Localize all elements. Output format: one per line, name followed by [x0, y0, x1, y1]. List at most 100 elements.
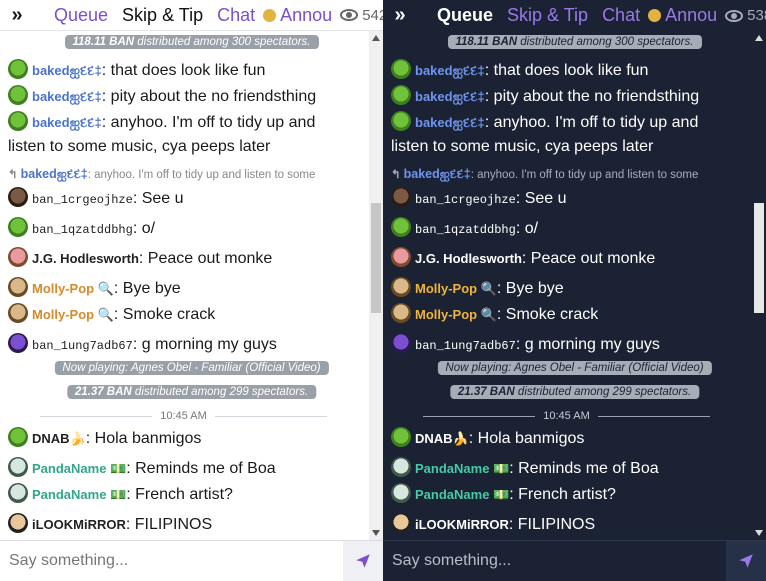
username[interactable]: PandaName 💵 — [415, 461, 509, 476]
chat-message: bakedஐદદ‡: that does look like fun — [391, 58, 648, 83]
send-button[interactable] — [343, 541, 383, 581]
username[interactable]: Molly-Pop 🔍 — [32, 281, 114, 296]
tab-skip-tip[interactable]: Skip & Tip — [507, 5, 588, 26]
username[interactable]: Molly-Pop 🔍 — [415, 281, 497, 296]
username[interactable]: J.G. Hodlesworth — [415, 251, 522, 266]
tip-amount: 118.11 BAN — [455, 36, 518, 48]
username[interactable]: ban_1ung7adb67 — [32, 339, 133, 353]
chat-input[interactable] — [383, 541, 726, 581]
reply-preview[interactable]: ↰ bakedஐદદ‡: anyhoo. I'm off to tidy up a… — [8, 167, 315, 183]
message-list[interactable]: 118.11 BAN distributed among 300 spectat… — [0, 31, 383, 540]
tab-announcements[interactable]: Annou — [665, 5, 717, 26]
message-text: : Reminds me of Boa — [509, 460, 659, 477]
message-list[interactable]: 118.11 BAN distributed among 300 spectat… — [383, 31, 766, 540]
username[interactable]: DNAB🍌 — [415, 431, 469, 446]
chat-message: PandaName 💵: French artist? — [8, 482, 233, 507]
avatar — [8, 456, 28, 477]
avatar — [8, 426, 28, 447]
username[interactable]: bakedஐદદ‡ — [32, 89, 102, 104]
now-playing-pill: Now playing: Agnes Obel - Familiar (Offi… — [54, 361, 329, 375]
message-text: : that does look like fun — [101, 62, 266, 79]
username[interactable]: Molly-Pop 🔍 — [32, 307, 114, 322]
collapse-button[interactable]: » — [0, 0, 34, 30]
scroll-up-arrow-icon[interactable] — [372, 35, 380, 41]
avatar — [391, 58, 411, 79]
reply-username: bakedஐદદ‡ — [20, 167, 88, 181]
divider-line — [214, 415, 328, 417]
chat-message: ban_1crgeojhze: See u — [391, 186, 567, 212]
username[interactable]: Molly-Pop 🔍 — [415, 307, 497, 322]
scroll-thumb[interactable] — [754, 203, 764, 313]
username[interactable]: DNAB🍌 — [32, 431, 86, 446]
scroll-thumb[interactable] — [371, 203, 381, 313]
avatar — [8, 512, 28, 533]
chat-message: bakedஐદદ‡: pity about the no friendsthin… — [8, 84, 317, 109]
message-text: : FILIPINOS — [508, 516, 596, 533]
tab-queue[interactable]: Queue — [437, 5, 493, 26]
username[interactable]: ban_1ung7adb67 — [415, 339, 516, 353]
tab-queue[interactable]: Queue — [54, 5, 108, 26]
username[interactable]: bakedஐદદ‡ — [32, 115, 102, 130]
chat-message: DNAB🍌: Hola banmigos — [8, 426, 201, 451]
message-text: : o/ — [132, 220, 156, 237]
chat-message: bakedஐદદ‡: pity about the no friendsthin… — [391, 84, 699, 109]
message-text: : Peace out monke — [521, 250, 656, 267]
chat-message: Molly-Pop 🔍: Smoke crack — [391, 302, 598, 327]
username[interactable]: bakedஐદદ‡ — [415, 63, 485, 78]
username[interactable]: PandaName 💵 — [32, 461, 126, 476]
username[interactable]: ban_1crgeojhze — [32, 193, 133, 207]
announcement-dot-icon — [263, 8, 277, 22]
avatar — [8, 276, 28, 297]
message-text: : g morning my guys — [515, 336, 660, 353]
divider-line — [423, 415, 536, 417]
scroll-down-arrow-icon[interactable] — [755, 530, 763, 536]
avatar — [391, 426, 411, 447]
tip-distribution-pill: 118.11 BAN distributed among 300 spectat… — [447, 35, 702, 49]
send-icon — [356, 554, 370, 568]
avatar — [8, 302, 28, 323]
username[interactable]: bakedஐદદ‡ — [415, 89, 485, 104]
message-text: : French artist? — [126, 486, 233, 503]
username[interactable]: J.G. Hodlesworth — [32, 251, 139, 266]
username[interactable]: bakedஐદદ‡ — [415, 115, 485, 130]
scrollbar[interactable] — [752, 31, 766, 540]
viewer-count-value: 538 — [747, 7, 766, 24]
reply-preview[interactable]: ↰ bakedஐદદ‡: anyhoo. I'm off to tidy up a… — [391, 167, 698, 183]
tab-announcements[interactable]: Annou — [280, 5, 332, 26]
timestamp-divider: 10:45 AM — [40, 408, 328, 424]
username[interactable]: ban_1qzatddbhg — [32, 223, 133, 237]
reply-text: : anyhoo. I'm off to tidy up and listen … — [470, 169, 699, 181]
scrollbar[interactable] — [369, 31, 383, 540]
timestamp-divider: 10:45 AM — [423, 408, 711, 424]
avatar — [391, 84, 411, 105]
send-button[interactable] — [726, 541, 766, 581]
header: » Queue Skip & Tip Chat Annou 542 — [0, 0, 383, 31]
chat-input-bar — [0, 540, 383, 581]
username[interactable]: ban_1crgeojhze — [415, 193, 516, 207]
username[interactable]: iLOOKMiRROR — [415, 517, 509, 532]
tab-chat[interactable]: Chat — [602, 5, 640, 26]
collapse-button[interactable]: » — [383, 0, 417, 31]
tab-chat[interactable]: Chat — [217, 5, 255, 26]
message-text: : Bye bye — [113, 280, 181, 297]
chat-message: Molly-Pop 🔍: Bye bye — [8, 276, 181, 301]
chat-message: PandaName 💵: Reminds me of Boa — [391, 456, 659, 481]
timestamp: 10:45 AM — [543, 410, 590, 422]
chat-message: PandaName 💵: French artist? — [391, 482, 616, 507]
scroll-up-arrow-icon[interactable] — [755, 35, 763, 41]
avatar — [391, 110, 411, 131]
avatar — [391, 456, 411, 477]
username[interactable]: iLOOKMiRROR — [32, 517, 126, 532]
username[interactable]: bakedஐદદ‡ — [32, 63, 102, 78]
scroll-down-arrow-icon[interactable] — [372, 530, 380, 536]
now-playing-text: Now playing: Agnes Obel - Familiar (Offi… — [445, 362, 704, 374]
tab-skip-tip[interactable]: Skip & Tip — [122, 5, 203, 26]
chat-input[interactable] — [0, 541, 343, 581]
username[interactable]: ban_1qzatddbhg — [415, 223, 516, 237]
chat-input-bar — [383, 540, 766, 581]
message-text: : pity about the no friendsthing — [101, 88, 317, 105]
tip-text: distributed among 300 spectators. — [137, 36, 311, 48]
username[interactable]: PandaName 💵 — [415, 487, 509, 502]
username[interactable]: PandaName 💵 — [32, 487, 126, 502]
chat-message: Molly-Pop 🔍: Bye bye — [391, 276, 564, 301]
